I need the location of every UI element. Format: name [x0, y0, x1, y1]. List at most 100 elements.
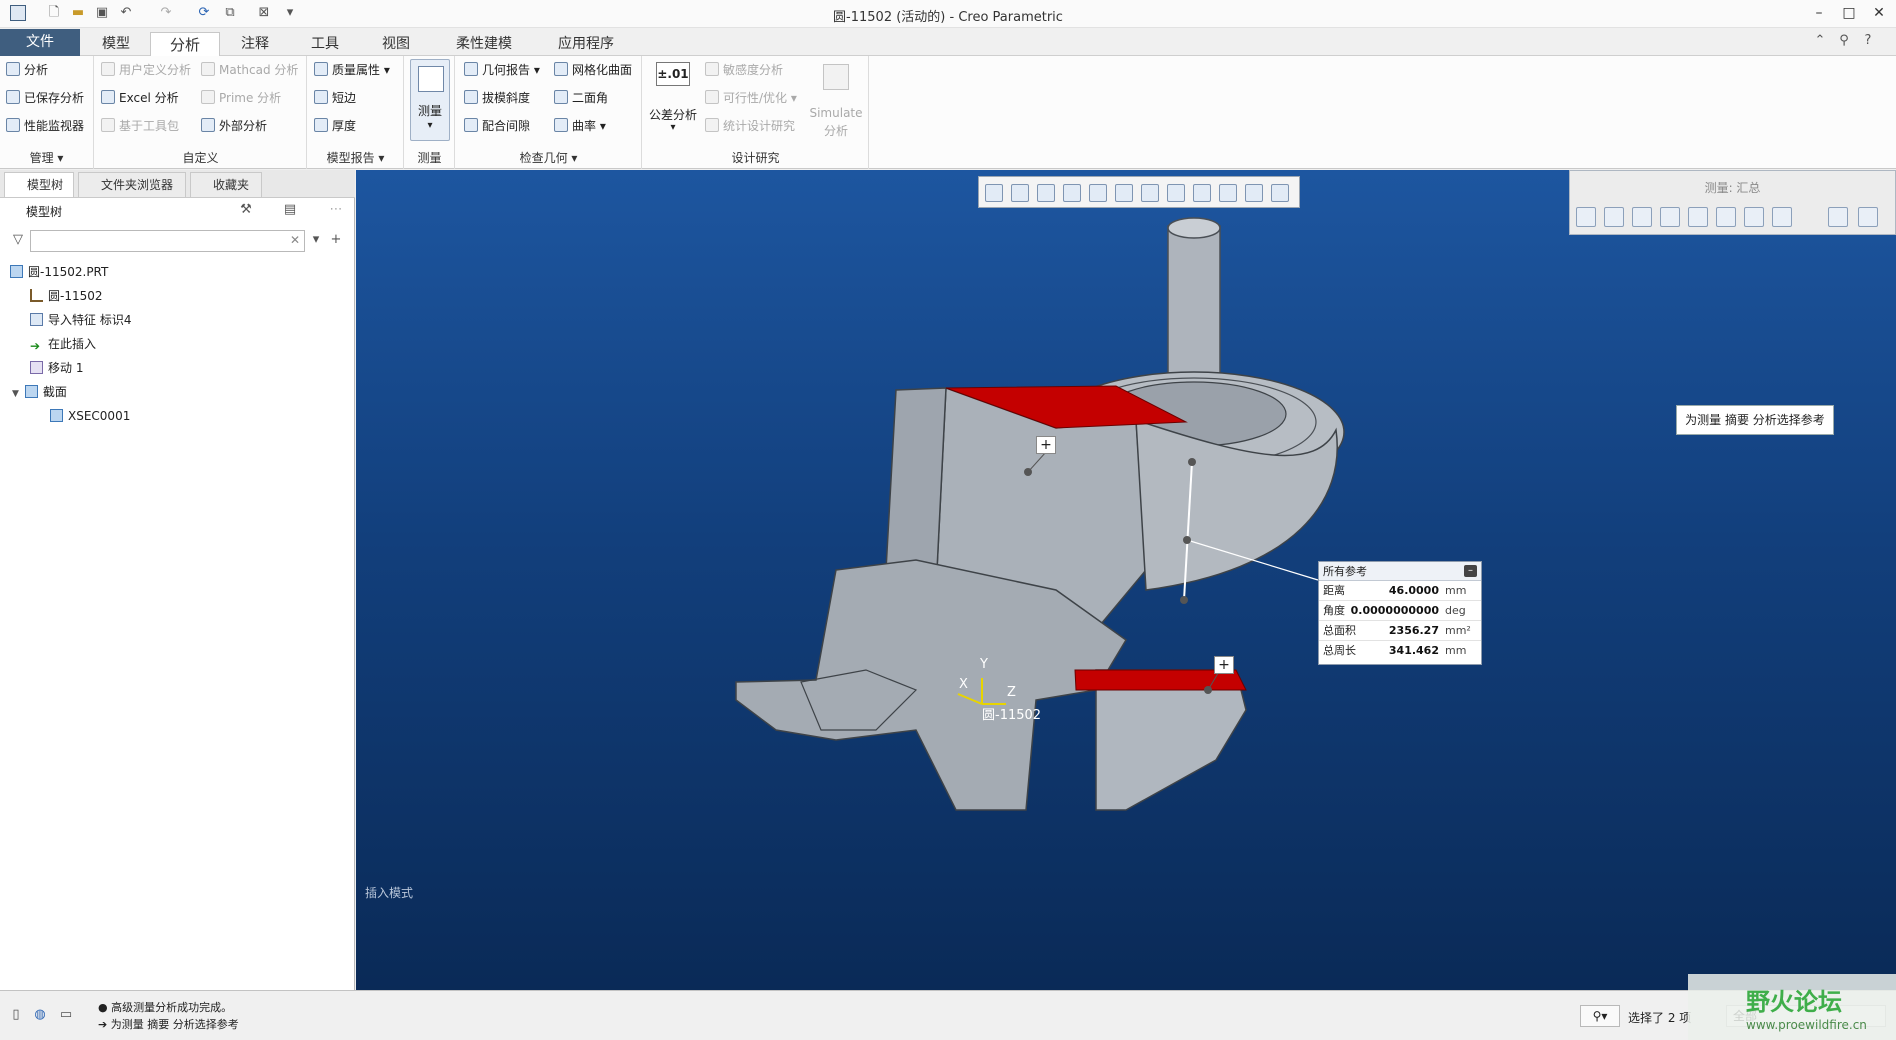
statistical-study-button[interactable]: 统计设计研究: [705, 116, 795, 136]
measure-length-icon[interactable]: [1604, 207, 1624, 227]
simulate-analysis-button[interactable]: Simulate 分析: [807, 60, 865, 140]
help-icon[interactable]: ?: [1860, 33, 1876, 49]
toolkit-analysis-button[interactable]: 基于工具包: [101, 116, 179, 136]
tab-file[interactable]: 文件: [0, 29, 80, 56]
dihedral-angle-button[interactable]: 二面角: [554, 88, 608, 108]
display-style-icon[interactable]: [1089, 184, 1107, 202]
refit-icon[interactable]: [985, 184, 1003, 202]
tab-annotate[interactable]: 注释: [222, 32, 288, 56]
tree-item-part[interactable]: 圆-11502.PRT: [10, 262, 108, 282]
expand-toggle-icon[interactable]: ▼: [12, 389, 19, 399]
minimize-button[interactable]: –: [1804, 2, 1834, 24]
tolerance-analysis-button[interactable]: ±.01 公差分析 ▾: [649, 60, 697, 140]
short-edge-button[interactable]: 短边: [314, 88, 356, 108]
tree-item-sections[interactable]: ▼ 截面: [12, 382, 67, 402]
spin-center-icon[interactable]: [1245, 184, 1263, 202]
tree-item-move[interactable]: 移动 1: [30, 358, 83, 378]
annotation-display-icon[interactable]: [1219, 184, 1237, 202]
measure-diameter-icon[interactable]: [1688, 207, 1708, 227]
tab-folder-browser[interactable]: 文件夹浏览器: [78, 172, 186, 197]
expand-annotation-icon[interactable]: +: [1036, 436, 1056, 454]
tree-item-insert-here[interactable]: ➔ 在此插入: [30, 334, 96, 354]
curvature-button[interactable]: 曲率 ▾: [554, 116, 606, 136]
close-button[interactable]: ✕: [1864, 2, 1894, 24]
measure-transform-icon[interactable]: [1772, 207, 1792, 227]
tab-analysis[interactable]: 分析: [150, 32, 220, 57]
csys-display-icon[interactable]: [1271, 184, 1289, 202]
search-dropdown-icon[interactable]: ▾: [308, 232, 324, 248]
tree-filter-icon[interactable]: ⋯: [328, 202, 344, 218]
external-analysis-icon: [201, 118, 215, 132]
navigator-toggle-icon[interactable]: ▯: [8, 1007, 24, 1023]
browser-toggle-icon[interactable]: ◍: [32, 1007, 48, 1023]
measure-angle-icon[interactable]: [1660, 207, 1680, 227]
measure-distance-between-icon[interactable]: [1632, 207, 1652, 227]
tab-favorites[interactable]: 收藏夹: [190, 172, 262, 197]
maximize-button[interactable]: □: [1834, 2, 1864, 24]
clear-search-icon[interactable]: ✕: [290, 233, 300, 247]
mathcad-analysis-button[interactable]: Mathcad 分析: [201, 60, 298, 80]
measure-button[interactable]: 测量 ▾: [410, 59, 450, 141]
group-model-report-label[interactable]: 模型报告 ▾: [308, 149, 403, 166]
insert-mode-label: 插入模式: [365, 886, 414, 900]
feasibility-button[interactable]: 可行性/优化 ▾: [705, 88, 797, 108]
external-analysis-button[interactable]: 外部分析: [201, 116, 267, 136]
tab-view[interactable]: 视图: [362, 32, 430, 56]
insert-arrow-icon: ➔: [30, 339, 41, 353]
tab-model-tree[interactable]: 模型树: [4, 172, 74, 197]
thickness-button[interactable]: 厚度: [314, 116, 356, 136]
tab-applications[interactable]: 应用程序: [538, 32, 634, 56]
analysis-button[interactable]: 分析: [6, 60, 48, 80]
tree-item-xsec[interactable]: XSEC0001: [50, 406, 130, 426]
model-tree-header: 模型树: [26, 205, 63, 219]
tab-tools[interactable]: 工具: [292, 32, 358, 56]
view-manager-icon[interactable]: [1141, 184, 1159, 202]
tree-item-csys[interactable]: 圆-11502: [30, 286, 103, 306]
collapse-ribbon-icon[interactable]: ⌃: [1812, 33, 1828, 49]
prime-analysis-button[interactable]: Prime 分析: [201, 88, 281, 108]
add-filter-icon[interactable]: +: [328, 232, 344, 248]
tree-item-import-feature[interactable]: 导入特征 标识4: [30, 310, 131, 330]
mass-properties-button[interactable]: 质量属性 ▾: [314, 60, 390, 80]
collapse-icon[interactable]: –: [1464, 565, 1477, 577]
measure-distance-icon[interactable]: [1576, 207, 1596, 227]
fullscreen-icon[interactable]: ▭: [58, 1007, 74, 1023]
find-icon[interactable]: ⚲▾: [1580, 1005, 1620, 1027]
repaint-icon[interactable]: [1063, 184, 1081, 202]
title-bar: 🗋 ▬ ▣ ↶ ↷ ⟳ ⧉ ⊠ ▾ 圆-11502 (活动的) - Creo P…: [0, 0, 1896, 28]
xsec-icon: [50, 409, 63, 422]
mesh-surface-button[interactable]: 网格化曲面: [554, 60, 632, 80]
group-manage-label[interactable]: 管理 ▾: [0, 149, 93, 166]
tab-flexible-modeling[interactable]: 柔性建模: [436, 32, 532, 56]
tab-model[interactable]: 模型: [84, 32, 148, 56]
group-inspect-label[interactable]: 检查几何 ▾: [456, 149, 641, 166]
performance-monitor-button[interactable]: 性能监视器: [6, 116, 84, 136]
clearance-button[interactable]: 配合间隙: [464, 116, 530, 136]
tree-settings-icon[interactable]: ⚒: [238, 202, 254, 218]
datum-display-icon[interactable]: [1193, 184, 1211, 202]
sensitivity-analysis-button[interactable]: 敏感度分析: [705, 60, 783, 80]
saved-analysis-button[interactable]: 已保存分析: [6, 88, 84, 108]
expand-annotation-icon[interactable]: +: [1214, 656, 1234, 674]
measure-results-box[interactable]: 所有参考 – 距离 46.0000 mm 角度 0.0000000000 deg 总面积…: [1318, 561, 1482, 665]
graphics-viewport[interactable]: Y X Z 圆-11502 + + 插入模式: [356, 170, 1896, 990]
zoom-out-icon[interactable]: [1037, 184, 1055, 202]
geometry-report-button[interactable]: 几何报告 ▾: [464, 60, 540, 80]
draft-button[interactable]: 拔模斜度: [464, 88, 530, 108]
measure-save-icon[interactable]: [1858, 207, 1878, 227]
measure-volume-icon[interactable]: [1744, 207, 1764, 227]
saved-views-icon[interactable]: [1115, 184, 1133, 202]
user-defined-analysis-button[interactable]: 用户定义分析: [101, 60, 191, 80]
model-graphics: [735, 217, 1345, 811]
model-tree-search-input[interactable]: ✕: [30, 230, 305, 252]
tree-columns-icon[interactable]: ▤: [282, 202, 298, 218]
excel-analysis-button[interactable]: Excel 分析: [101, 88, 179, 108]
import-feature-icon: [30, 313, 43, 326]
search-icon[interactable]: ⚲: [1836, 33, 1852, 49]
perspective-icon[interactable]: [1167, 184, 1185, 202]
measure-clear-icon[interactable]: [1828, 207, 1848, 227]
measure-panel-title: 测量: 汇总: [1704, 181, 1761, 195]
forum-watermark: 野火论坛 www.proewildfire.cn: [1688, 974, 1896, 1040]
zoom-in-icon[interactable]: [1011, 184, 1029, 202]
measure-area-icon[interactable]: [1716, 207, 1736, 227]
